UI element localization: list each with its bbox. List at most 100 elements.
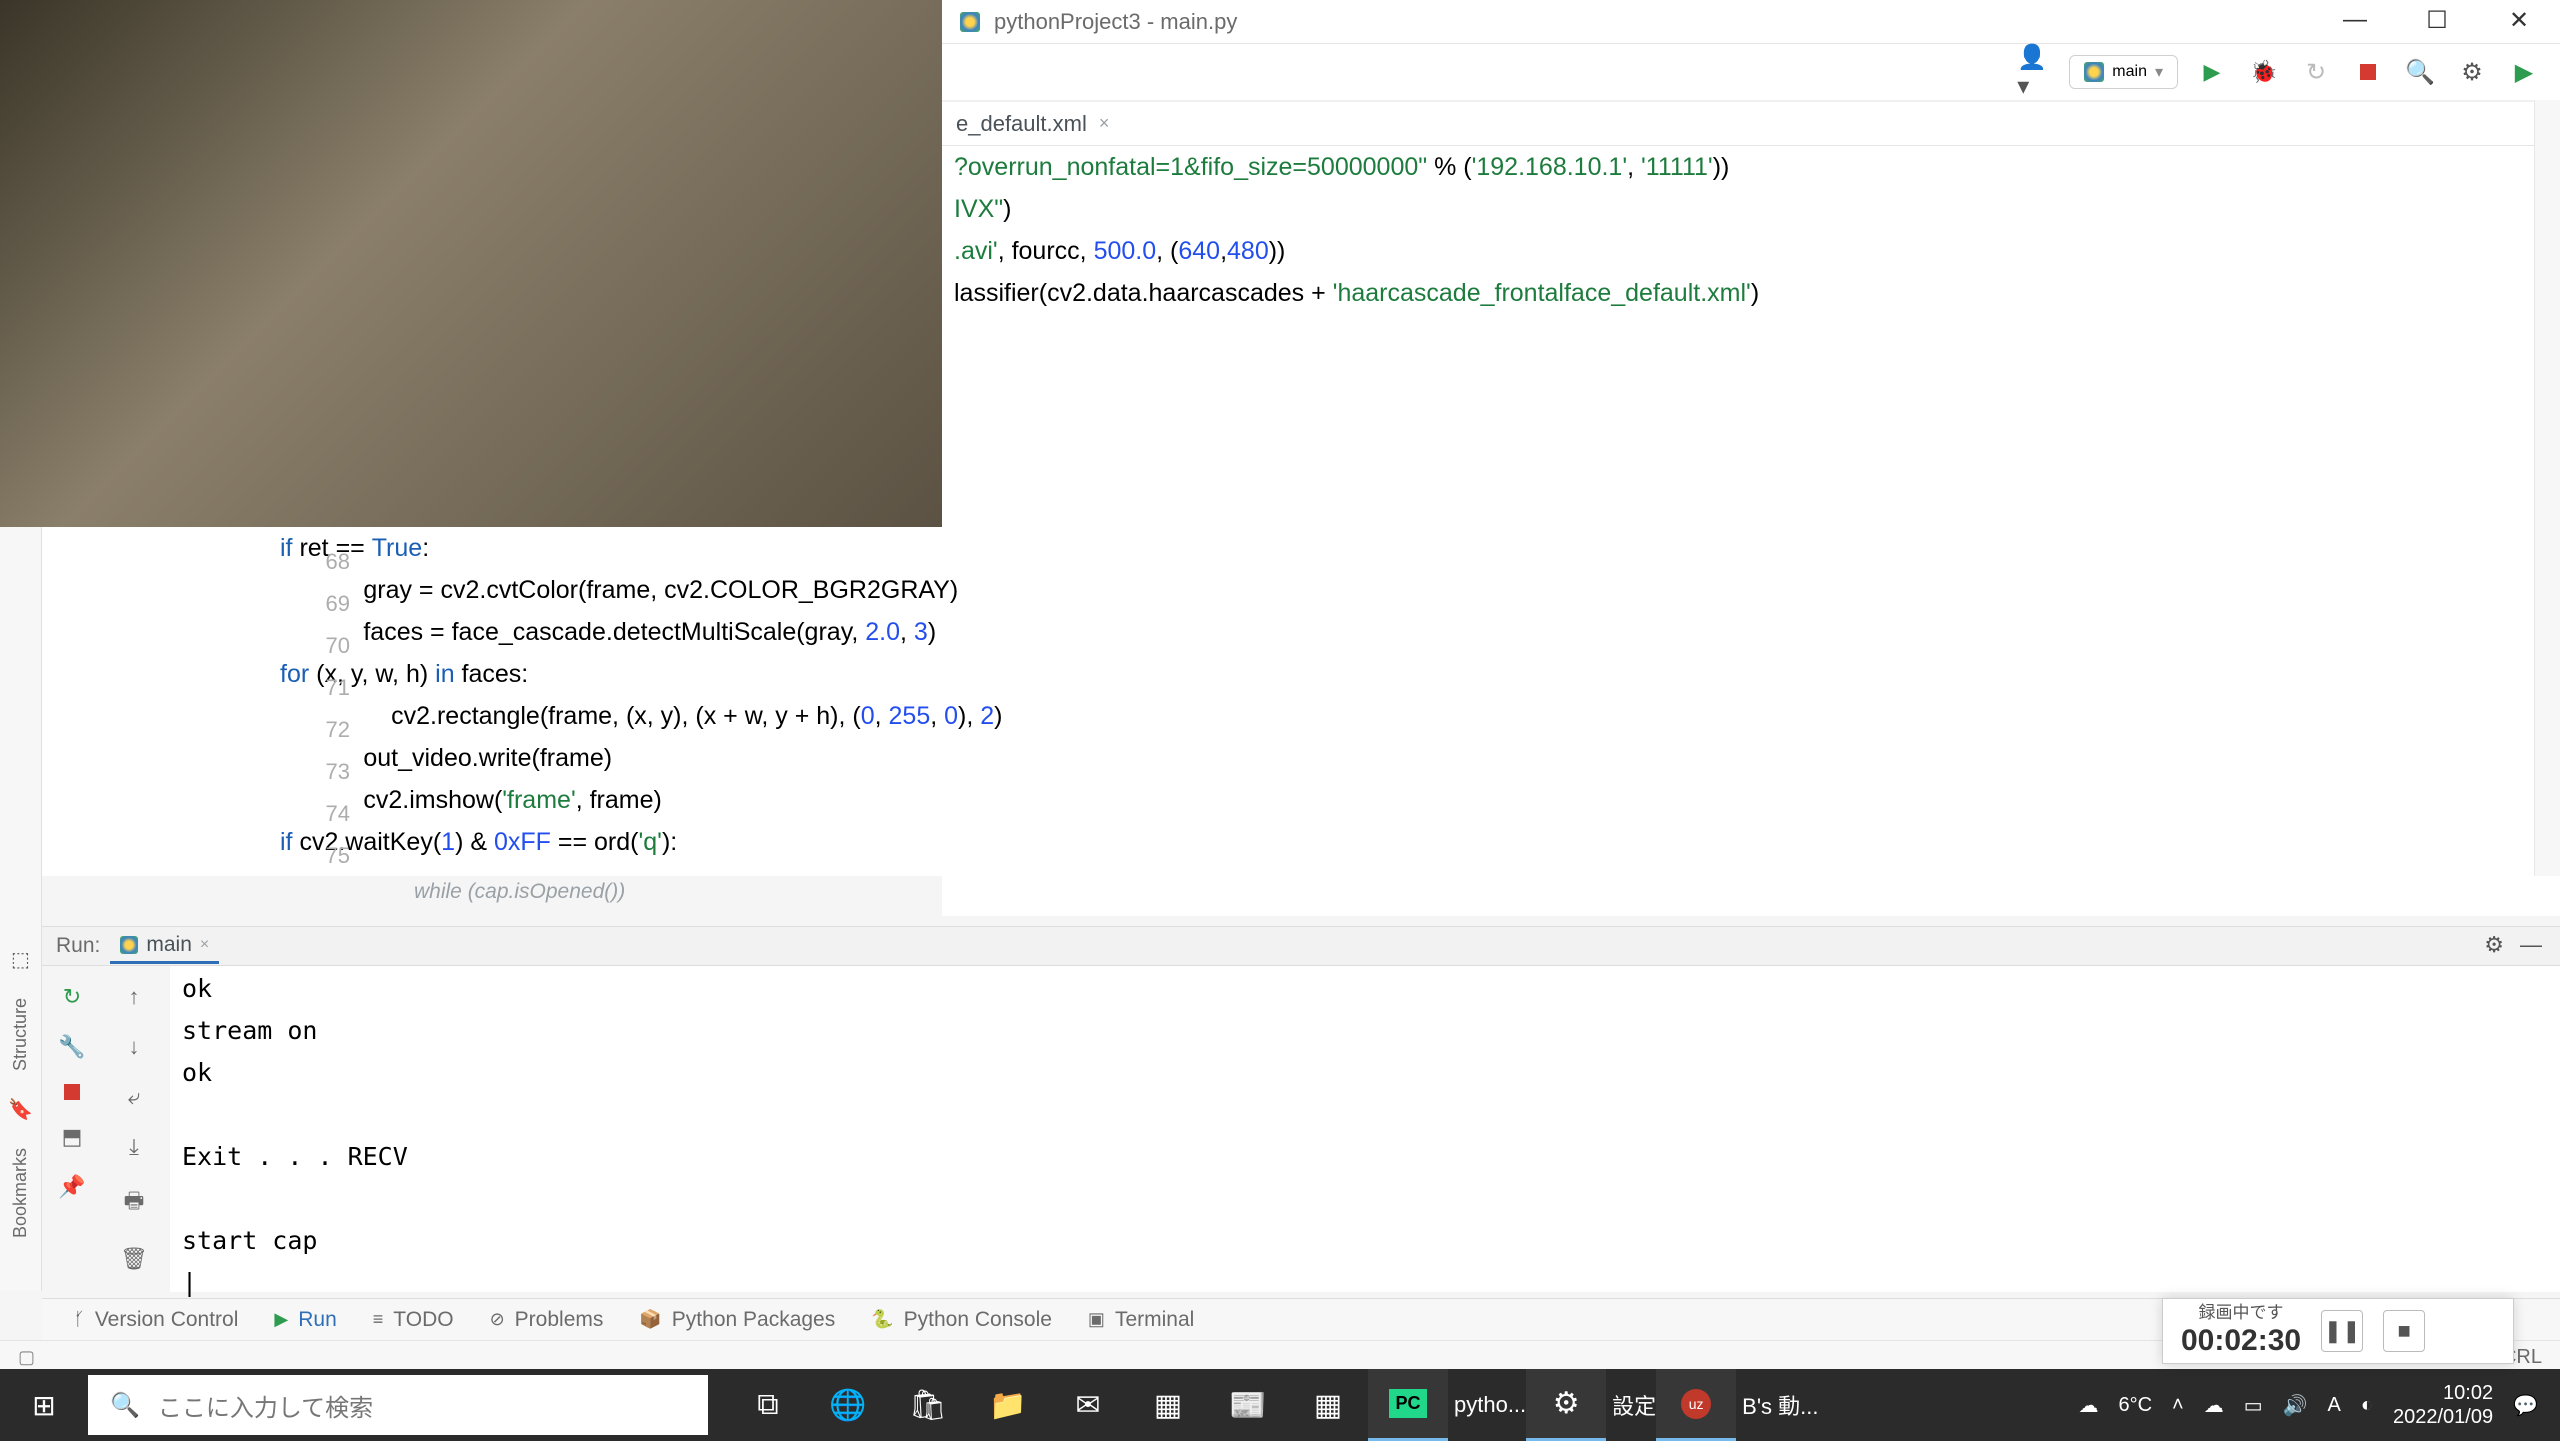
search-placeholder: ここに入力して検索: [158, 1388, 373, 1423]
todo-tab[interactable]: ≡TODO: [373, 1308, 454, 1332]
run-config-selector[interactable]: main ▾: [2069, 55, 2178, 89]
code-with-me-button[interactable]: 👤▾: [2017, 54, 2053, 90]
layout-button[interactable]: ⬒: [62, 1124, 83, 1150]
ime-mode-icon[interactable]: ◐: [2361, 1394, 2373, 1417]
recording-label: 録画中です: [2199, 1303, 2284, 1323]
right-tool-strip: [2534, 100, 2560, 876]
scroll-to-end-button[interactable]: ⤓: [129, 1134, 139, 1160]
webcam-overlay: [0, 0, 942, 527]
code-line[interactable]: ?overrun_nonfatal=1&fifo_size=50000000" …: [954, 146, 2560, 188]
print-button[interactable]: 🖶: [124, 1184, 145, 1222]
run-panel-hide-button[interactable]: —: [2520, 932, 2542, 958]
run-toolbar-left: ↻ 🔧 ⬒ 📌: [42, 966, 102, 1292]
window-close-button[interactable]: ✕: [2478, 0, 2560, 40]
up-stack-button[interactable]: ↑: [129, 984, 140, 1010]
run-tab[interactable]: ▶Run: [274, 1308, 336, 1332]
learn-button[interactable]: ▶: [2506, 54, 2542, 90]
chevron-down-icon: ▾: [2155, 62, 2163, 82]
start-button[interactable]: ⊞: [0, 1369, 88, 1441]
mail-button[interactable]: ✉: [1048, 1369, 1128, 1441]
python-icon: [2084, 62, 2104, 82]
taskbar-search[interactable]: 🔍 ここに入力して検索: [88, 1375, 708, 1435]
weather-temp[interactable]: 6°C: [2118, 1394, 2152, 1417]
run-tab-close-icon[interactable]: ×: [200, 936, 209, 954]
edge-button[interactable]: 🌐: [808, 1369, 888, 1441]
bookmarks-icon[interactable]: 🔖: [8, 1097, 33, 1122]
code-line[interactable]: gray = cv2.cvtColor(frame, cv2.COLOR_BGR…: [280, 569, 2560, 611]
left-tool-strip: ⬚ Structure 🔖 Bookmarks: [0, 527, 42, 1291]
debug-button[interactable]: 🐞: [2246, 54, 2282, 90]
pycharm-taskbar-button[interactable]: PC: [1368, 1369, 1448, 1441]
status-tool-window-button[interactable]: ▢: [18, 1347, 35, 1368]
editor-breadcrumb[interactable]: while (cap.isOpened()): [414, 880, 625, 904]
soft-wrap-button[interactable]: ⤶: [128, 1084, 140, 1110]
tab-close-icon[interactable]: ×: [1099, 113, 1110, 134]
coverage-button[interactable]: ↻: [2298, 54, 2334, 90]
pin-button[interactable]: 📌: [58, 1174, 85, 1200]
code-line[interactable]: faces = face_cascade.detectMultiScale(gr…: [280, 611, 2560, 653]
recording-stop-button[interactable]: ■: [2383, 1310, 2425, 1352]
run-tab-name: main: [146, 933, 192, 957]
editor-lower[interactable]: if ret == True: gray = cv2.cvtColor(fram…: [0, 527, 2560, 876]
settings-taskbar-button[interactable]: ⚙: [1526, 1369, 1606, 1441]
run-panel-settings-button[interactable]: ⚙: [2484, 932, 2504, 958]
run-config-name: main: [2112, 63, 2147, 81]
weather-icon[interactable]: ☁: [2078, 1393, 2098, 1418]
stop-process-button[interactable]: [64, 1084, 80, 1100]
code-line[interactable]: if cv2.waitKey(1) & 0xFF == ord('q'):: [280, 821, 2560, 863]
structure-tab[interactable]: Structure: [10, 998, 31, 1071]
editor-tab[interactable]: e_default.xml: [946, 111, 1097, 137]
version-control-tab[interactable]: ᚶVersion Control: [74, 1308, 238, 1332]
search-icon: 🔍: [110, 1391, 140, 1420]
code-line[interactable]: .avi', fourcc, 500.0, (640,480)): [954, 230, 2560, 272]
taskbar-clock[interactable]: 10:02 2022/01/09: [2393, 1381, 2493, 1429]
screen-recording-overlay: 録画中です 00:02:30 ❚❚ ■: [2162, 1298, 2514, 1364]
battery-icon[interactable]: ▭: [2244, 1393, 2263, 1418]
news-button[interactable]: 📰: [1208, 1369, 1288, 1441]
clear-all-button[interactable]: 🗑: [120, 1246, 148, 1272]
store-button[interactable]: 🛍: [888, 1369, 968, 1441]
clock-date: 2022/01/09: [2393, 1405, 2493, 1429]
recording-pause-button[interactable]: ❚❚: [2321, 1310, 2363, 1352]
task-view-button[interactable]: ⧉: [728, 1369, 808, 1441]
window-title: pythonProject3 - main.py: [994, 9, 1237, 35]
bookmarks-tab[interactable]: Bookmarks: [10, 1148, 31, 1238]
system-tray: ☁ 6°C ˄ ☁ ▭ 🔊 A ◐ 10:02 2022/01/09 💬: [2056, 1381, 2560, 1429]
code-line[interactable]: cv2.rectangle(frame, (x, y), (x + w, y +…: [280, 695, 2560, 737]
python-packages-tab[interactable]: 📦Python Packages: [639, 1308, 835, 1332]
volume-icon[interactable]: 🔊: [2283, 1393, 2308, 1418]
code-line[interactable]: IVX"): [954, 188, 2560, 230]
code-line[interactable]: for (x, y, w, h) in faces:: [280, 653, 2560, 695]
notifications-icon[interactable]: 💬: [2513, 1393, 2538, 1418]
code-line[interactable]: out_video.write(frame): [280, 737, 2560, 779]
tray-chevron-up-icon[interactable]: ˄: [2172, 1394, 2184, 1417]
code-line[interactable]: lassifier(cv2.data.haarcascades + 'haarc…: [954, 272, 2560, 314]
ime-indicator[interactable]: A: [2328, 1394, 2341, 1417]
explorer-button[interactable]: 📁: [968, 1369, 1048, 1441]
window-minimize-button[interactable]: —: [2314, 0, 2396, 40]
run-panel-tab[interactable]: main ×: [110, 929, 219, 964]
bs-taskbar-label: B's 動...: [1742, 1389, 1818, 1421]
code-line[interactable]: cv2.imshow('frame', frame): [280, 779, 2560, 821]
structure-icon[interactable]: ⬚: [11, 947, 30, 972]
editor-tab-row: e_default.xml × ⋮: [942, 102, 2560, 146]
app-button-1[interactable]: ▦: [1128, 1369, 1208, 1441]
bs-taskbar-button[interactable]: uz: [1656, 1369, 1736, 1441]
pycharm-taskbar-label: pytho...: [1454, 1392, 1526, 1418]
stop-button[interactable]: [2350, 54, 2386, 90]
app-button-2[interactable]: ▦: [1288, 1369, 1368, 1441]
ide-settings-button[interactable]: ⚙: [2454, 54, 2490, 90]
run-button[interactable]: ▶: [2194, 54, 2230, 90]
run-console[interactable]: ok stream on ok Exit . . . RECV start ca…: [170, 966, 2560, 1292]
code-line[interactable]: if ret == True:: [280, 527, 2560, 569]
recording-time: 00:02:30: [2181, 1323, 2301, 1359]
wrench-button[interactable]: 🔧: [58, 1034, 85, 1060]
down-stack-button[interactable]: ↓: [129, 1034, 140, 1060]
python-console-tab[interactable]: 🐍Python Console: [871, 1308, 1052, 1332]
problems-tab[interactable]: ⊘Problems: [490, 1308, 604, 1332]
onedrive-icon[interactable]: ☁: [2204, 1393, 2224, 1418]
terminal-tab[interactable]: ▣Terminal: [1088, 1308, 1194, 1332]
search-everywhere-button[interactable]: 🔍: [2402, 54, 2438, 90]
rerun-button[interactable]: ↻: [63, 984, 81, 1010]
window-maximize-button[interactable]: ☐: [2396, 0, 2478, 40]
